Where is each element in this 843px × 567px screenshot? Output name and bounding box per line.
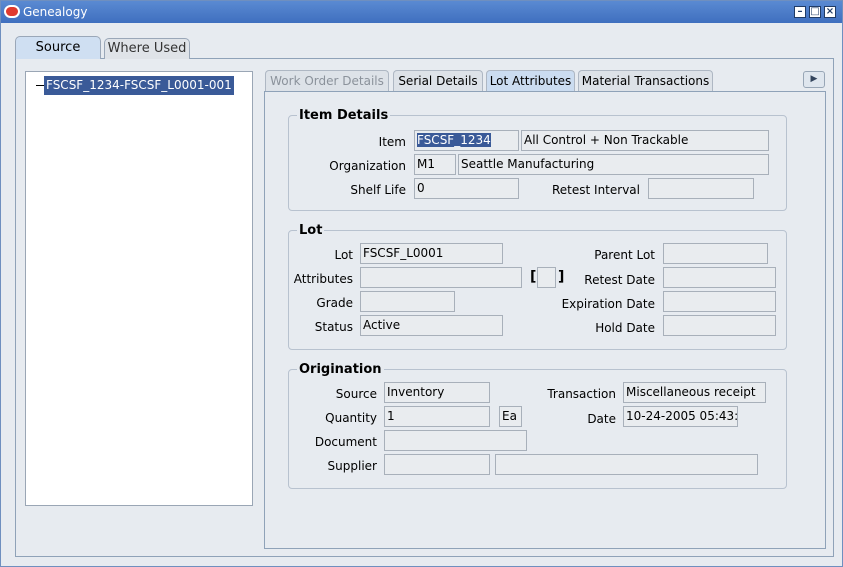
tab-lot-attributes[interactable]: Lot Attributes: [486, 70, 575, 91]
tab-work-order-details[interactable]: Work Order Details: [265, 70, 389, 91]
organization-code-field[interactable]: M1: [414, 154, 456, 175]
supplier-field[interactable]: [384, 454, 490, 475]
source-field[interactable]: Inventory: [384, 382, 490, 403]
origination-title: Origination: [297, 362, 384, 377]
document-field[interactable]: [384, 430, 527, 451]
maximize-icon: □: [810, 6, 820, 17]
flexfield-open-bracket: [: [530, 269, 537, 285]
oracle-logo-icon: [4, 5, 20, 18]
descriptive-flexfield[interactable]: [537, 267, 556, 288]
expiration-date-field[interactable]: [663, 291, 776, 312]
date-field[interactable]: 10-24-2005 05:43:1: [623, 406, 738, 427]
retest-interval-label: Retest Interval: [552, 183, 640, 197]
shelf-life-field[interactable]: 0: [414, 178, 519, 199]
genealogy-window: Genealogy – □ × Source Where Used FSCSF_…: [0, 0, 843, 567]
lot-label: Lot: [334, 248, 353, 262]
grade-label: Grade: [316, 296, 353, 310]
flexfield-close-bracket: ]: [558, 269, 565, 285]
retest-interval-field[interactable]: [648, 178, 754, 199]
quantity-field[interactable]: 1: [384, 406, 490, 427]
hold-date-label: Hold Date: [595, 321, 655, 335]
close-icon: ×: [825, 6, 835, 17]
attributes-field[interactable]: [360, 267, 522, 288]
window-title: Genealogy: [23, 5, 88, 19]
organization-label: Organization: [329, 159, 406, 173]
parent-lot-field[interactable]: [663, 243, 768, 264]
quantity-label: Quantity: [325, 411, 377, 425]
title-bar[interactable]: Genealogy – □ ×: [1, 1, 842, 23]
item-description-field[interactable]: All Control + Non Trackable: [521, 130, 769, 151]
tree-node-root[interactable]: FSCSF_1234-FSCSF_L0001-001: [44, 76, 234, 95]
retest-date-label: Retest Date: [584, 273, 655, 287]
grade-field[interactable]: [360, 291, 455, 312]
tab-serial-details[interactable]: Serial Details: [393, 70, 483, 91]
maximize-button[interactable]: □: [809, 6, 821, 18]
supplier-label: Supplier: [327, 459, 377, 473]
item-field[interactable]: FSCSF_1234: [414, 130, 519, 151]
tab-material-transactions[interactable]: Material Transactions: [578, 70, 713, 91]
genealogy-tree[interactable]: FSCSF_1234-FSCSF_L0001-001: [25, 71, 253, 506]
minimize-button[interactable]: –: [794, 6, 806, 18]
status-field[interactable]: Active: [360, 315, 503, 336]
retest-date-field[interactable]: [663, 267, 776, 288]
transaction-field[interactable]: Miscellaneous receipt: [623, 382, 766, 403]
hold-date-field[interactable]: [663, 315, 776, 336]
document-label: Document: [314, 435, 377, 449]
close-button[interactable]: ×: [824, 6, 836, 18]
lot-field[interactable]: FSCSF_L0001: [360, 243, 503, 264]
status-label: Status: [314, 320, 353, 334]
shelf-life-label: Shelf Life: [350, 183, 406, 197]
organization-name-field[interactable]: Seattle Manufacturing: [458, 154, 769, 175]
supplier-site-field[interactable]: [495, 454, 758, 475]
transaction-label: Transaction: [547, 387, 616, 401]
parent-lot-label: Parent Lot: [594, 248, 655, 262]
item-label: Item: [378, 135, 406, 149]
tab-where-used[interactable]: Where Used: [104, 38, 190, 59]
expiration-date-label: Expiration Date: [561, 297, 655, 311]
tab-source[interactable]: Source: [15, 36, 101, 59]
date-label: Date: [587, 412, 616, 426]
arrow-right-icon: ▶: [810, 74, 818, 84]
item-details-title: Item Details: [297, 108, 391, 123]
minimize-icon: –: [797, 6, 803, 17]
uom-field[interactable]: Ea: [499, 406, 522, 427]
source-label: Source: [335, 387, 377, 401]
attributes-label: Attributes: [293, 272, 353, 286]
lot-title: Lot: [297, 223, 325, 238]
scroll-tabs-right-button[interactable]: ▶: [803, 71, 825, 88]
